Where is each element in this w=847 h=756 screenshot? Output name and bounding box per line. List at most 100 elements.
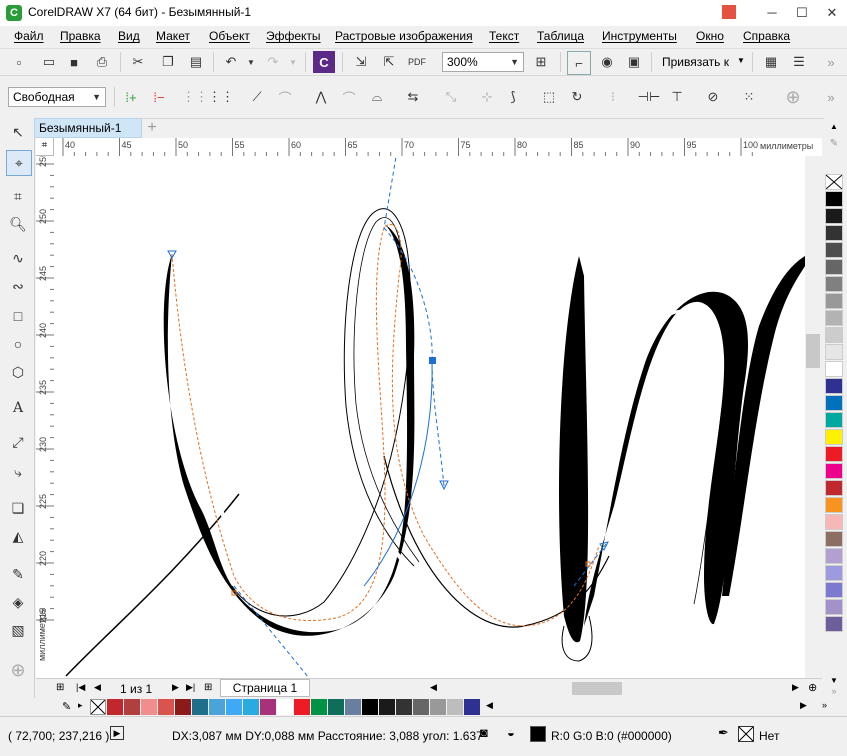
pick-tool-icon[interactable]: ↖ (6, 120, 30, 144)
convert-to-line-icon[interactable]: ⟋ (246, 86, 268, 108)
zoom-to-fit-icon[interactable]: ⊞ (530, 51, 552, 73)
palette-color-swatch[interactable] (825, 361, 843, 377)
shape-tool-icon[interactable]: ⌖ (6, 150, 32, 176)
options-icon[interactable]: ▦ (760, 51, 782, 73)
vertical-ruler[interactable]: 255 250 245 240 235 230 225 220 215 миллиметры (36, 156, 55, 678)
palette-color-swatch[interactable] (825, 446, 843, 462)
last-page-icon[interactable]: ▶| (186, 682, 195, 693)
menu-object[interactable]: Объект (209, 29, 250, 43)
play-icon[interactable]: ▶ (110, 726, 124, 740)
document-palette-swatch[interactable] (175, 699, 191, 715)
eyedropper-tool-icon[interactable]: ✎ (6, 562, 30, 586)
text-tool-icon[interactable]: A (6, 396, 30, 420)
join-nodes-icon[interactable]: ⋮⋮ (182, 86, 208, 108)
snap-to-label[interactable]: Привязать к (662, 55, 729, 69)
document-palette-swatch[interactable] (328, 699, 344, 715)
page-tab[interactable]: Страница 1 (220, 679, 310, 697)
menu-text[interactable]: Текст (489, 29, 519, 43)
fill-color-swatch[interactable] (530, 726, 546, 742)
eyedropper-icon[interactable]: ✎ (62, 700, 71, 713)
document-palette-swatch[interactable] (413, 699, 429, 715)
select-all-nodes-icon[interactable]: ⁙ (738, 86, 760, 108)
no-color-swatch[interactable] (90, 699, 106, 715)
palette-color-swatch[interactable] (825, 276, 843, 292)
import-icon[interactable]: ⇲ (350, 51, 372, 73)
doc-palette-overflow-icon[interactable]: » (822, 700, 827, 710)
document-palette-swatch[interactable] (277, 699, 293, 715)
node-mode-select[interactable]: Свободная ▼ (8, 87, 106, 107)
document-palette-swatch[interactable] (158, 699, 174, 715)
palette-color-swatch[interactable] (825, 225, 843, 241)
palette-color-swatch[interactable] (825, 548, 843, 564)
document-palette-swatch[interactable] (107, 699, 123, 715)
drop-shadow-tool-icon[interactable]: ❏ (6, 496, 30, 520)
interactive-fill-icon[interactable]: ◈ (6, 590, 30, 614)
palette-color-swatch[interactable] (825, 395, 843, 411)
redo-dropdown-icon[interactable]: ▼ (282, 51, 304, 73)
document-palette-swatch[interactable] (141, 699, 157, 715)
undo-dropdown-icon[interactable]: ▼ (240, 51, 262, 73)
print-icon[interactable]: ⎙ (91, 51, 113, 73)
menu-bitmaps[interactable]: Растровые изображения (335, 29, 473, 43)
rotate-nodes-icon[interactable]: ↻ (566, 86, 588, 108)
dimension-tool-icon[interactable]: ⤢ (6, 430, 30, 454)
crop-tool-icon[interactable]: ⌗ (6, 184, 30, 208)
corel-connect-icon[interactable]: C (313, 51, 335, 73)
artistic-media-icon[interactable]: ∾ (6, 274, 30, 298)
palette-color-swatch[interactable] (825, 344, 843, 360)
stretch-nodes-icon[interactable]: ⬚ (538, 86, 560, 108)
palette-color-swatch[interactable] (825, 497, 843, 513)
document-palette-swatch[interactable] (294, 699, 310, 715)
document-tab[interactable]: Безымянный-1 (34, 118, 142, 138)
export-icon[interactable]: ⇱ (378, 51, 400, 73)
smooth-node-icon[interactable]: ⌒ (338, 86, 360, 108)
close-curve-icon[interactable]: ⟆ (502, 86, 524, 108)
horizontal-scroll-thumb[interactable] (572, 682, 622, 695)
eyedropper-icon[interactable]: ✎ (826, 138, 842, 152)
document-palette-swatch[interactable] (124, 699, 140, 715)
no-color-swatch[interactable] (825, 174, 843, 190)
menu-tools[interactable]: Инструменты (602, 29, 677, 43)
maximize-button[interactable]: ☐ (787, 0, 817, 26)
palette-color-swatch[interactable] (825, 480, 843, 496)
add-icon[interactable]: ⊕ (782, 86, 804, 108)
palette-color-swatch[interactable] (825, 191, 843, 207)
open-folder-icon[interactable]: ▭ (38, 51, 60, 73)
minimize-button[interactable]: ─ (757, 0, 787, 26)
paste-icon[interactable]: ▤ (185, 51, 207, 73)
document-palette-swatch[interactable] (396, 699, 412, 715)
polygon-tool-icon[interactable]: ⬡ (6, 360, 30, 384)
view-mode-icon[interactable]: ◉ (596, 51, 618, 73)
palette-overflow-icon[interactable]: » (826, 686, 842, 696)
palette-menu-icon[interactable]: ▸ (78, 700, 83, 711)
zoom-navigator-icon[interactable]: ⊕ (808, 681, 817, 694)
palette-color-swatch[interactable] (825, 293, 843, 309)
palette-color-swatch[interactable] (825, 429, 843, 445)
add-page-icon[interactable]: ⊞ (56, 682, 64, 693)
horizontal-ruler[interactable]: 40 45 50 55 60 65 70 75 80 85 90 95 100 миллиметры (36, 138, 822, 157)
document-palette-swatch[interactable] (192, 699, 208, 715)
ellipse-tool-icon[interactable]: ○ (6, 332, 30, 356)
menu-help[interactable]: Справка (743, 29, 790, 43)
document-palette-swatch[interactable] (260, 699, 276, 715)
delete-node-icon[interactable]: ⁞− (148, 86, 170, 108)
document-palette-swatch[interactable] (379, 699, 395, 715)
menu-view[interactable]: Вид (118, 29, 140, 43)
palette-color-swatch[interactable] (825, 412, 843, 428)
outline-color-swatch[interactable] (738, 726, 754, 742)
reverse-direction-icon[interactable]: ⇆ (402, 86, 424, 108)
document-palette-swatch[interactable] (311, 699, 327, 715)
menu-effects[interactable]: Эффекты (266, 29, 321, 43)
extend-curve-icon[interactable]: ⤡ (440, 86, 462, 108)
palette-color-swatch[interactable] (825, 582, 843, 598)
doc-palette-scroll-left-icon[interactable]: ◀ (486, 700, 493, 711)
full-screen-preview-icon[interactable]: ▣ (623, 51, 645, 73)
toolbar-overflow-icon[interactable]: » (820, 51, 842, 73)
menu-table[interactable]: Таблица (537, 29, 584, 43)
doc-palette-scroll-right-icon[interactable]: ▶ (800, 700, 807, 711)
cusp-node-icon[interactable]: ⋀ (310, 86, 332, 108)
redo-icon[interactable]: ↷ (262, 51, 284, 73)
smart-fill-icon[interactable]: ▧ (6, 618, 30, 642)
menu-layout[interactable]: Макет (156, 29, 190, 43)
color-proofing-icon[interactable]: ◙ (480, 725, 488, 740)
